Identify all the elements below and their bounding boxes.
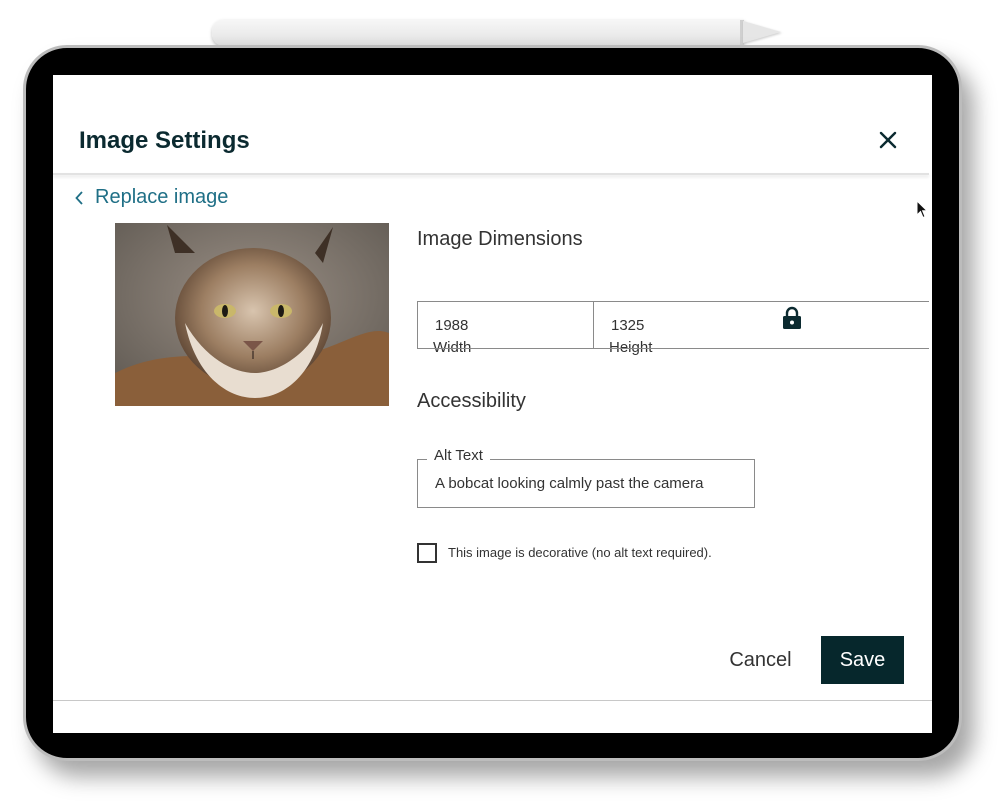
header-divider bbox=[53, 173, 929, 175]
dialog-title: Image Settings bbox=[79, 127, 250, 154]
close-icon bbox=[879, 131, 897, 149]
width-field[interactable]: 1988 Width bbox=[417, 301, 594, 356]
height-field[interactable]: 1325 Height bbox=[593, 301, 929, 356]
cancel-button[interactable]: Cancel bbox=[713, 636, 808, 684]
stylus-tip bbox=[743, 21, 781, 43]
chevron-left-icon bbox=[75, 190, 83, 205]
screen-bottom-area bbox=[53, 700, 932, 733]
mouse-cursor-icon bbox=[916, 200, 928, 219]
close-button[interactable] bbox=[875, 127, 901, 153]
lock-icon[interactable] bbox=[782, 306, 802, 330]
accessibility-heading: Accessibility bbox=[417, 390, 526, 412]
height-value: 1325 bbox=[611, 317, 645, 334]
save-button[interactable]: Save bbox=[821, 636, 904, 684]
width-field-underline bbox=[417, 348, 594, 349]
height-field-underline bbox=[593, 348, 929, 349]
decorative-checkbox[interactable] bbox=[417, 543, 437, 563]
dimensions-heading: Image Dimensions bbox=[417, 228, 583, 250]
image-settings-dialog: Image Settings Replace image Image Dimen… bbox=[53, 75, 932, 733]
decorative-checkbox-label: This image is decorative (no alt text re… bbox=[448, 545, 712, 560]
stylus-pencil bbox=[212, 19, 744, 46]
replace-image-link[interactable]: Replace image bbox=[75, 186, 228, 209]
alt-text-label: Alt Text bbox=[427, 447, 490, 464]
replace-image-label: Replace image bbox=[95, 186, 229, 208]
image-preview bbox=[115, 223, 389, 406]
width-value: 1988 bbox=[435, 317, 469, 334]
alt-text-value[interactable]: A bobcat looking calmly past the camera bbox=[435, 475, 703, 492]
